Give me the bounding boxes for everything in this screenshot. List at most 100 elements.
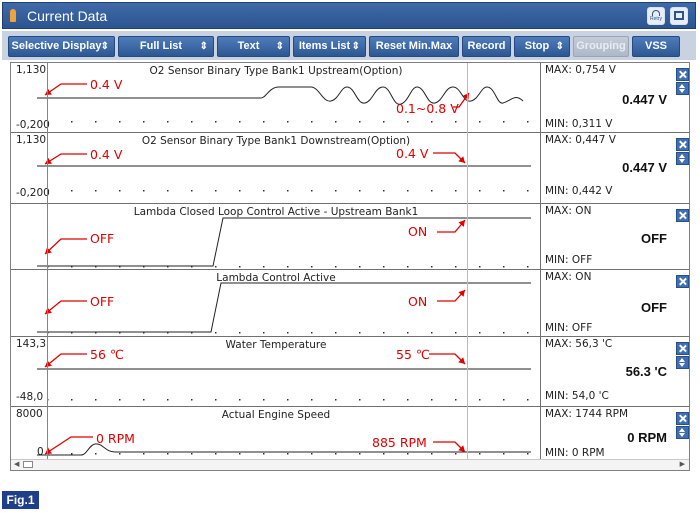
graph-plot[interactable]: 143,3 -48,0 Water Temperature 56 ℃ 55 ℃: [11, 337, 541, 406]
y-min-label: -48,0: [16, 391, 44, 403]
annotation-label: ON: [408, 224, 428, 239]
horizontal-scrollbar[interactable]: ◀ ▶: [11, 459, 689, 470]
y-min-label: -0,200: [16, 187, 50, 199]
tick-dot: [455, 190, 457, 192]
min-value: MIN: 54,0 'C: [545, 390, 609, 402]
tick-dot: [239, 190, 241, 192]
full-list-button[interactable]: Full List ⇕: [118, 36, 214, 57]
close-icon[interactable]: [676, 342, 689, 355]
tick-dot: [383, 190, 385, 192]
cyan-cursor-line[interactable]: [467, 63, 468, 459]
close-icon[interactable]: [676, 138, 689, 151]
close-icon[interactable]: [676, 68, 689, 81]
min-value: MIN: OFF: [545, 322, 593, 334]
graph-plot[interactable]: 8000 0 Actual Engine Speed 0 RPM 885 RPM: [11, 407, 541, 459]
annotation-label: 0.4 V: [90, 147, 123, 162]
max-value: MAX: 1744 RPM: [545, 408, 629, 420]
close-icon[interactable]: [676, 412, 689, 425]
button-label: Text: [237, 40, 260, 52]
current-value: OFF: [641, 300, 667, 315]
graph-plot[interactable]: 1,130 -0,200 O2 Sensor Binary Type Bank1…: [11, 133, 541, 203]
dropdown-arrow-icon: ⇕: [351, 41, 360, 52]
tick-dot: [479, 121, 481, 123]
data-graph-area: 1,130 -0,200 O2 Sensor Binary Type Bank1…: [10, 62, 690, 471]
tick-dot: [407, 190, 409, 192]
up-down-icon[interactable]: [676, 152, 689, 165]
tick-dot: [335, 190, 337, 192]
max-value: MAX: 0,447 V: [545, 134, 616, 146]
tick-dot: [119, 121, 121, 123]
tick-dot: [359, 332, 361, 334]
record-button[interactable]: Record: [462, 36, 511, 57]
tick-dot: [71, 399, 73, 401]
graph-plot[interactable]: Lambda Closed Loop Control Active - Upst…: [11, 204, 541, 269]
refresh-label: Retry: [650, 16, 662, 22]
tick-dot: [359, 121, 361, 123]
tick-dot: [311, 190, 313, 192]
selective-display-button[interactable]: Selective Display ⇕: [8, 36, 115, 57]
red-cursor-line[interactable]: [47, 63, 48, 459]
tick-dot: [503, 266, 505, 268]
window-title: Current Data: [27, 8, 108, 24]
dropdown-arrow-icon: ⇕: [199, 41, 208, 52]
tick-dot: [95, 190, 97, 192]
tick-dot: [311, 121, 313, 123]
refresh-button[interactable]: Retry: [647, 7, 665, 25]
tick-dot: [263, 266, 265, 268]
vss-button[interactable]: VSS: [632, 36, 680, 57]
tick-dot: [215, 121, 217, 123]
button-label: Items List: [298, 40, 351, 52]
annotation-label: 885 RPM: [372, 435, 427, 450]
button-label: Selective Display: [11, 40, 102, 52]
grouping-button[interactable]: Grouping: [573, 36, 629, 57]
tick-dot: [119, 453, 121, 455]
tick-dot: [95, 121, 97, 123]
reset-min-max-button[interactable]: Reset Min.Max: [369, 36, 459, 57]
tick-dot: [359, 266, 361, 268]
value-panel: MAX: 0,447 V 0.447 V MIN: 0,442 V: [541, 133, 689, 203]
graph-plot[interactable]: 1,130 -0,200 O2 Sensor Binary Type Bank1…: [11, 63, 541, 132]
dropdown-arrow-icon: ⇕: [100, 41, 109, 52]
dropdown-arrow-icon: ⇕: [275, 41, 284, 52]
figure-label: Fig.1: [2, 491, 39, 509]
stop-button[interactable]: Stop ⇕: [514, 36, 570, 57]
button-label: Full List: [139, 40, 183, 52]
panel-title: Actual Engine Speed: [221, 409, 331, 421]
scroll-right-icon[interactable]: ▶: [680, 460, 685, 468]
up-down-icon[interactable]: [676, 426, 689, 439]
current-value: 0.447 V: [622, 160, 667, 175]
max-value: MAX: 56,3 'C: [545, 338, 613, 350]
tick-dot: [239, 332, 241, 334]
tick-dot: [167, 190, 169, 192]
up-down-icon[interactable]: [676, 82, 689, 95]
tick-dot: [407, 121, 409, 123]
tick-dot: [95, 399, 97, 401]
tick-dot: [335, 332, 337, 334]
value-panel: MAX: ON OFF MIN: OFF: [541, 204, 689, 269]
scroll-thumb[interactable]: [23, 461, 33, 468]
tick-dot: [455, 266, 457, 268]
panel-engine-speed: 8000 0 Actual Engine Speed 0 RPM 885 RPM…: [11, 407, 689, 459]
up-down-icon[interactable]: [676, 356, 689, 369]
annotation-arrow: [44, 353, 87, 368]
tick-dot: [383, 266, 385, 268]
button-label: VSS: [644, 40, 667, 52]
scroll-left-icon[interactable]: ◀: [14, 460, 19, 468]
value-panel: MAX: ON OFF MIN: OFF: [541, 270, 689, 336]
tick-dot: [215, 332, 217, 334]
window-icon[interactable]: [670, 7, 688, 25]
tick-dot: [263, 399, 265, 401]
items-list-button[interactable]: Items List ⇕: [293, 36, 366, 57]
tick-dot: [527, 266, 529, 268]
tick-dot: [71, 121, 73, 123]
text-button[interactable]: Text ⇕: [217, 36, 290, 57]
tick-dot: [311, 453, 313, 455]
close-icon[interactable]: [676, 209, 689, 222]
close-icon[interactable]: [676, 275, 689, 288]
tick-dot: [335, 266, 337, 268]
panel-o2-downstream: 1,130 -0,200 O2 Sensor Binary Type Bank1…: [11, 133, 689, 204]
annotation-label: 55 ℃: [396, 347, 430, 362]
button-label: Record: [467, 40, 506, 52]
graph-plot[interactable]: Lambda Control Active OFF ON: [11, 270, 541, 336]
tick-dot: [335, 399, 337, 401]
